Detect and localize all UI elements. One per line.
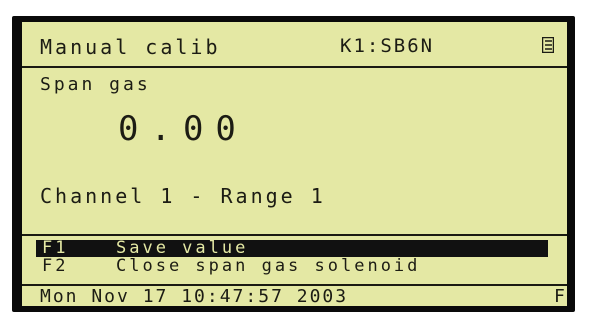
channel-range-label: Channel 1 - Range 1 — [40, 184, 326, 208]
status-indicator: F — [554, 286, 565, 306]
content-divider — [22, 234, 567, 236]
header-divider — [22, 66, 567, 68]
measurement-label: Span gas — [40, 74, 151, 95]
datetime-display: Mon Nov 17 10:47:57 2003 — [40, 286, 349, 306]
component-label: K1:SB6N — [340, 35, 435, 57]
screen-title: Manual calib — [40, 35, 221, 59]
f2-key-label: F2 — [42, 256, 69, 276]
measurement-value: 0.00 — [118, 109, 248, 149]
f2-action-label: Close span gas solenoid — [116, 256, 421, 276]
list-icon[interactable] — [541, 36, 555, 54]
f1-key-label: F1 — [42, 238, 69, 258]
f1-action-label: Save value — [116, 238, 249, 258]
f2-close-solenoid-option[interactable]: F2 Close span gas solenoid — [36, 258, 556, 278]
lcd-screen: Manual calib K1:SB6N Span gas 0.00 Chann… — [22, 22, 567, 306]
f1-save-value-option[interactable]: F1 Save value — [36, 240, 548, 257]
